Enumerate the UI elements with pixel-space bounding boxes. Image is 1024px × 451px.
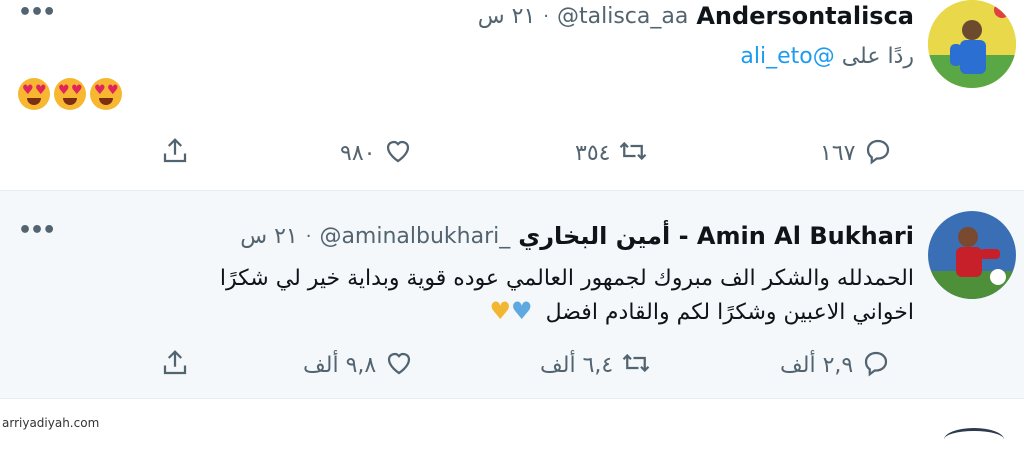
- handle[interactable]: @aminalbukhari_: [319, 224, 510, 249]
- next-tweet-avatar-edge: [944, 428, 1004, 451]
- blue-heart-icon: ♥: [511, 297, 533, 325]
- like-count: ٩,٨ ألف: [303, 352, 377, 378]
- retweet-button[interactable]: ٣٥٤: [575, 136, 648, 170]
- heart-icon: [384, 348, 414, 382]
- like-count: ٩٨٠: [340, 140, 376, 166]
- tweet-text-line: اخواني الاعبين وشكرًا لكم والقادم افضل: [545, 300, 914, 325]
- heart-emoji-group: ♥♥: [490, 296, 533, 330]
- avatar[interactable]: [928, 0, 1016, 88]
- retweet-icon: [618, 136, 648, 170]
- separator-dot: ·: [543, 5, 550, 27]
- tweet-actions: ١٦٧ ٣٥٤ ٩٨٠: [0, 136, 1024, 176]
- tweet-emoji-row: ♥ ♥ ♥ ♥ ♥ ♥: [18, 78, 122, 110]
- share-button[interactable]: [160, 136, 190, 170]
- more-options-icon[interactable]: •••: [18, 218, 56, 243]
- reply-icon: [861, 348, 891, 382]
- like-button[interactable]: ٩٨٠: [340, 136, 413, 170]
- retweet-icon: [621, 348, 651, 382]
- heart-eyes-emoji-icon: ♥ ♥: [54, 78, 86, 110]
- like-button[interactable]: ٩,٨ ألف: [303, 348, 414, 382]
- retweet-button[interactable]: ٦,٤ ألف: [540, 348, 651, 382]
- tweet-actions: ٢,٩ ألف ٦,٤ ألف ٩,٨ ألف: [0, 348, 1024, 388]
- watermark: arriyadiyah.com: [2, 416, 100, 430]
- display-name[interactable]: Andersontalisca: [696, 2, 914, 30]
- retweet-count: ٦,٤ ألف: [540, 352, 614, 378]
- tweet-1[interactable]: Andersontalisca @talisca_aa · ٢١ س ••• ر…: [0, 0, 1024, 191]
- handle[interactable]: @talisca_aa: [557, 4, 688, 29]
- reply-button[interactable]: ١٦٧: [820, 136, 893, 170]
- tweet-text-line: الحمدلله والشكر الف مبروك لجمهور العالمي…: [219, 266, 914, 291]
- separator-dot: ·: [305, 225, 312, 247]
- more-options-icon[interactable]: •••: [18, 0, 56, 25]
- share-icon: [160, 348, 190, 382]
- share-icon: [160, 136, 190, 170]
- replying-to-label: ردًا على: [841, 44, 914, 69]
- reply-count: ١٦٧: [820, 140, 856, 166]
- avatar[interactable]: [928, 211, 1016, 299]
- timestamp[interactable]: ٢١ س: [478, 4, 536, 29]
- heart-eyes-emoji-icon: ♥ ♥: [18, 78, 50, 110]
- replying-to: ردًا على @ali_eto: [740, 44, 914, 69]
- tweet-header: أمين البخاري - Amin Al Bukhari @aminalbu…: [240, 221, 914, 251]
- yellow-heart-icon: ♥: [489, 297, 512, 325]
- timestamp[interactable]: ٢١ س: [240, 224, 298, 249]
- heart-icon: [383, 136, 413, 170]
- tweet-text: الحمدلله والشكر الف مبروك لجمهور العالمي…: [94, 262, 914, 330]
- reply-icon: [863, 136, 893, 170]
- tweet-header: Andersontalisca @talisca_aa · ٢١ س: [478, 1, 914, 31]
- heart-eyes-emoji-icon: ♥ ♥: [90, 78, 122, 110]
- tweet-text-line-2: اخواني الاعبين وشكرًا لكم والقادم افضل ♥…: [94, 296, 914, 330]
- retweet-count: ٣٥٤: [575, 140, 611, 166]
- display-name[interactable]: أمين البخاري - Amin Al Bukhari: [518, 222, 914, 250]
- reply-button[interactable]: ٢,٩ ألف: [780, 348, 891, 382]
- reply-count: ٢,٩ ألف: [780, 352, 854, 378]
- share-button[interactable]: [160, 348, 190, 382]
- mention-link[interactable]: @ali_eto: [740, 44, 834, 69]
